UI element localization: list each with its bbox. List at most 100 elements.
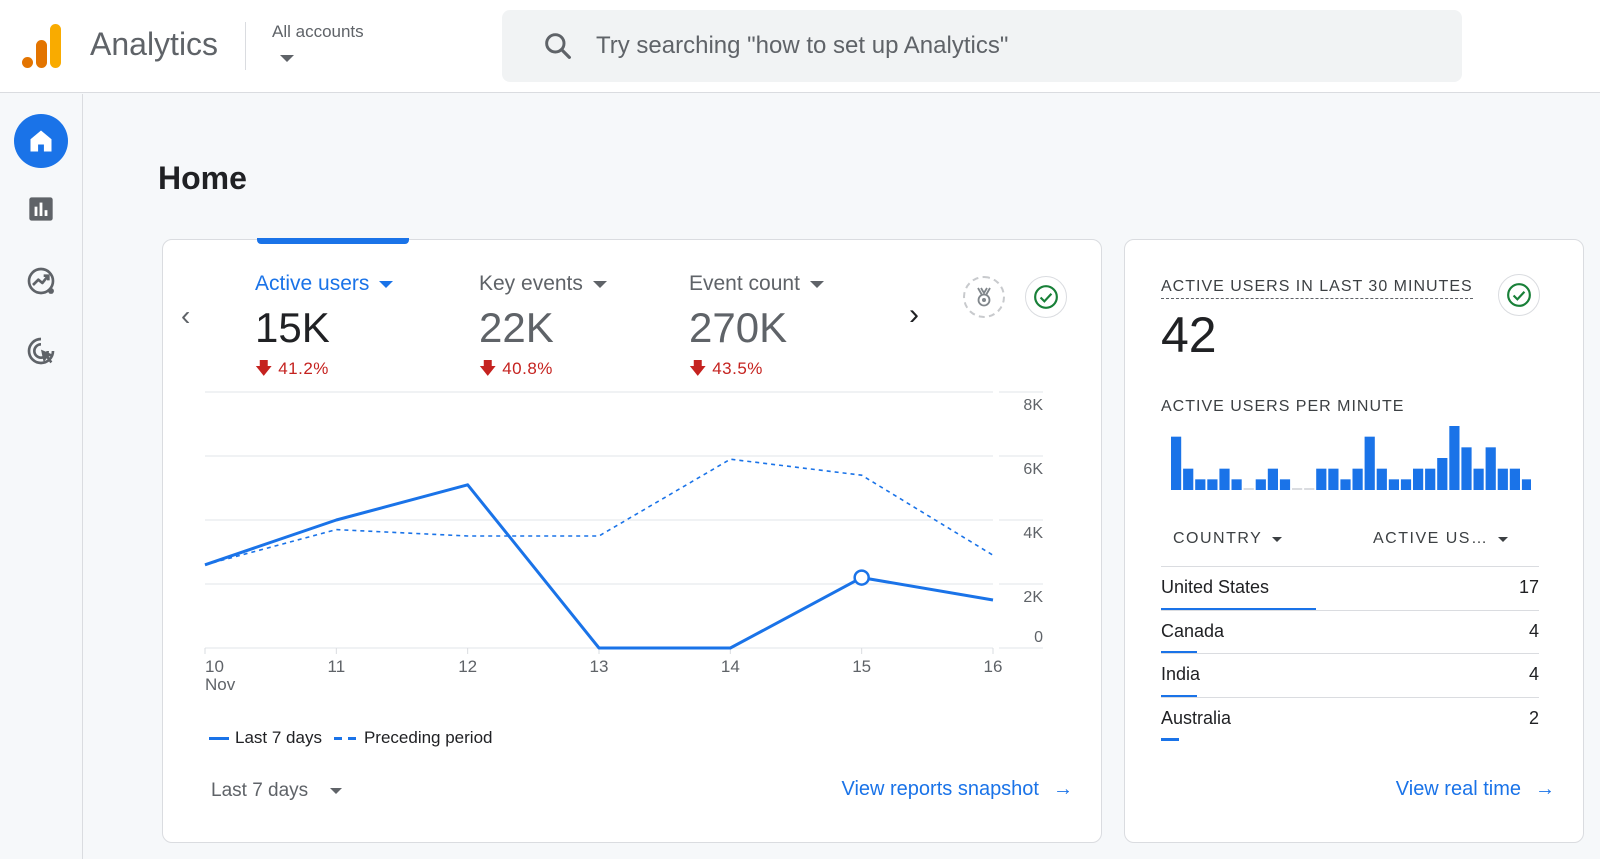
minute-bar: [1437, 458, 1448, 490]
arrow-down-icon: 🡇: [479, 359, 497, 378]
metric-change-value: 43.5%: [712, 359, 763, 378]
link-label: View reports snapshot: [841, 778, 1039, 800]
header-divider: [245, 22, 246, 70]
realtime-title[interactable]: ACTIVE USERS IN LAST 30 MINUTES: [1161, 278, 1473, 299]
legend-label-current: Last 7 days: [235, 728, 322, 747]
metric-event-count[interactable]: Event count 270K 🡇 43.5%: [689, 272, 824, 385]
caret-down-icon: [379, 280, 394, 288]
table-row[interactable]: Australia 2: [1161, 696, 1539, 741]
minute-bar: [1521, 479, 1531, 490]
minute-bar: [1279, 479, 1291, 490]
chevron-left-icon[interactable]: ‹: [181, 300, 190, 332]
active-users-column-header[interactable]: ACTIVE US…: [1373, 530, 1509, 548]
home-icon: [30, 130, 52, 152]
caret-down-icon: [809, 280, 824, 288]
table-row[interactable]: India 4: [1161, 653, 1539, 698]
link-label: View real time: [1395, 778, 1521, 800]
minute-bar: [1183, 468, 1194, 490]
series-line-current: [204, 483, 994, 650]
arrow-down-icon: 🡇: [255, 359, 273, 378]
metric-label-text: Active users: [255, 272, 370, 295]
caret-down-icon: [1498, 536, 1509, 542]
y-tick-label: 4K: [1023, 525, 1043, 542]
status-check-button[interactable]: [1025, 276, 1067, 318]
nav-explore[interactable]: [14, 254, 68, 308]
metric-value: 22K: [479, 304, 554, 351]
minute-bar: [1207, 479, 1218, 490]
arrow-right-icon: →: [1535, 778, 1555, 800]
minute-bar: [1449, 426, 1460, 490]
metric-label-text: Event count: [689, 272, 800, 295]
bar-chart-icon: [29, 197, 53, 221]
x-tick-label: 10: [205, 657, 224, 676]
metric-label[interactable]: Key events: [479, 272, 607, 296]
x-tick-label: 16: [984, 657, 1003, 676]
insights-badge-button[interactable]: [963, 276, 1005, 318]
realtime-card: ACTIVE USERS IN LAST 30 MINUTES 42 ACTIV…: [1124, 239, 1584, 843]
minute-bar: [1400, 479, 1412, 490]
check-circle-icon: [1034, 285, 1058, 309]
metric-label-text: Key events: [479, 272, 583, 295]
nav-advertising[interactable]: [14, 324, 68, 378]
minute-bar: [1352, 468, 1363, 490]
date-range-dropdown[interactable]: Last 7 days: [211, 780, 343, 802]
view-reports-snapshot-link[interactable]: View reports snapshot →: [841, 778, 1073, 801]
metric-label[interactable]: Active users: [255, 272, 394, 296]
caret-down-icon: [330, 788, 343, 794]
app-title: Analytics: [90, 26, 219, 62]
search-icon: [545, 33, 571, 59]
per-minute-title: ACTIVE USERS PER MINUTE: [1161, 398, 1405, 415]
minute-bar-empty: [1304, 488, 1315, 490]
nav-reports[interactable]: [14, 182, 68, 236]
minute-bar: [1255, 479, 1266, 490]
country-name: Australia: [1161, 707, 1232, 728]
minute-bar: [1473, 468, 1484, 490]
chevron-right-icon[interactable]: ›: [909, 298, 919, 332]
y-tick-label: 0: [1034, 629, 1043, 646]
country-name: India: [1161, 664, 1201, 684]
account-selector-label[interactable]: All accounts: [272, 22, 364, 42]
caret-down-icon: [1272, 536, 1283, 542]
realtime-status-check-button[interactable]: [1498, 274, 1540, 316]
search-input[interactable]: [596, 10, 1436, 82]
country-users: 17: [1518, 577, 1539, 597]
legend-label-preceding: Preceding period: [363, 728, 493, 747]
minute-bar: [1413, 468, 1424, 490]
caret-down-icon: [592, 280, 607, 288]
target-cursor-icon: [27, 337, 55, 365]
explore-icon: [27, 267, 55, 295]
table-row[interactable]: Canada 4: [1161, 609, 1539, 654]
column-label: COUNTRY: [1173, 530, 1263, 547]
country-users: 4: [1528, 620, 1539, 641]
x-sublabel: Nov: [205, 675, 236, 694]
metric-active-users[interactable]: Active users 15K 🡇 41.2%: [255, 272, 394, 385]
medal-icon: [977, 287, 991, 307]
metric-label[interactable]: Event count: [689, 272, 824, 296]
minute-bar: [1364, 436, 1375, 490]
minute-bar: [1388, 479, 1399, 490]
page-title: Home: [158, 160, 247, 196]
minute-bar: [1267, 468, 1278, 490]
minute-bar: [1219, 468, 1230, 490]
view-real-time-link[interactable]: View real time →: [1396, 778, 1555, 801]
nav-home[interactable]: [14, 114, 68, 168]
minute-bar-empty: [1243, 488, 1254, 490]
y-tick-label: 2K: [1023, 589, 1043, 606]
metric-key-events[interactable]: Key events 22K 🡇 40.8%: [479, 272, 607, 385]
x-tick-label: 15: [852, 657, 871, 676]
country-name: Canada: [1161, 620, 1225, 641]
minute-bar: [1461, 447, 1472, 490]
analytics-logo-icon[interactable]: [22, 24, 64, 68]
table-row[interactable]: United States 17: [1161, 566, 1539, 611]
country-users: 4: [1528, 664, 1539, 684]
side-navigation: [0, 94, 83, 859]
chevron-down-icon[interactable]: [280, 55, 294, 62]
highlight-point: [853, 569, 870, 586]
minute-bar: [1328, 468, 1339, 490]
search-bar[interactable]: [502, 10, 1462, 82]
share-bar: [1161, 738, 1180, 741]
column-label: ACTIVE US…: [1373, 530, 1489, 547]
x-tick-label: 14: [721, 657, 740, 676]
minute-bar: [1497, 468, 1508, 490]
country-column-header[interactable]: COUNTRY: [1173, 530, 1283, 548]
